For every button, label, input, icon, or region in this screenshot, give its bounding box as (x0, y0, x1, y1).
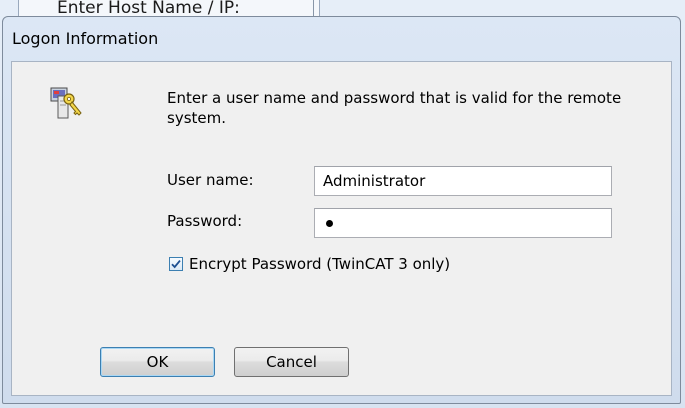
screen: Enter Host Name / IP: Logon Information (0, 0, 685, 408)
logon-dialog: Logon Information Enter a user name and … (2, 16, 681, 404)
password-field[interactable] (314, 208, 612, 238)
instruction-text: Enter a user name and password that is v… (167, 89, 622, 127)
username-label: User name: (167, 171, 254, 189)
dialog-titlebar[interactable]: Logon Information (3, 17, 680, 61)
encrypt-password-label[interactable]: Encrypt Password (TwinCAT 3 only) (189, 255, 450, 273)
username-field[interactable] (314, 166, 612, 196)
ok-button[interactable]: OK (100, 347, 215, 377)
key-icon (50, 87, 84, 121)
cancel-button[interactable]: Cancel (234, 347, 349, 377)
password-label: Password: (167, 212, 243, 230)
dialog-client-area: Enter a user name and password that is v… (11, 61, 672, 396)
encrypt-password-checkbox[interactable] (169, 257, 183, 271)
password-mask-dot (326, 220, 333, 227)
dialog-title: Logon Information (12, 29, 159, 48)
